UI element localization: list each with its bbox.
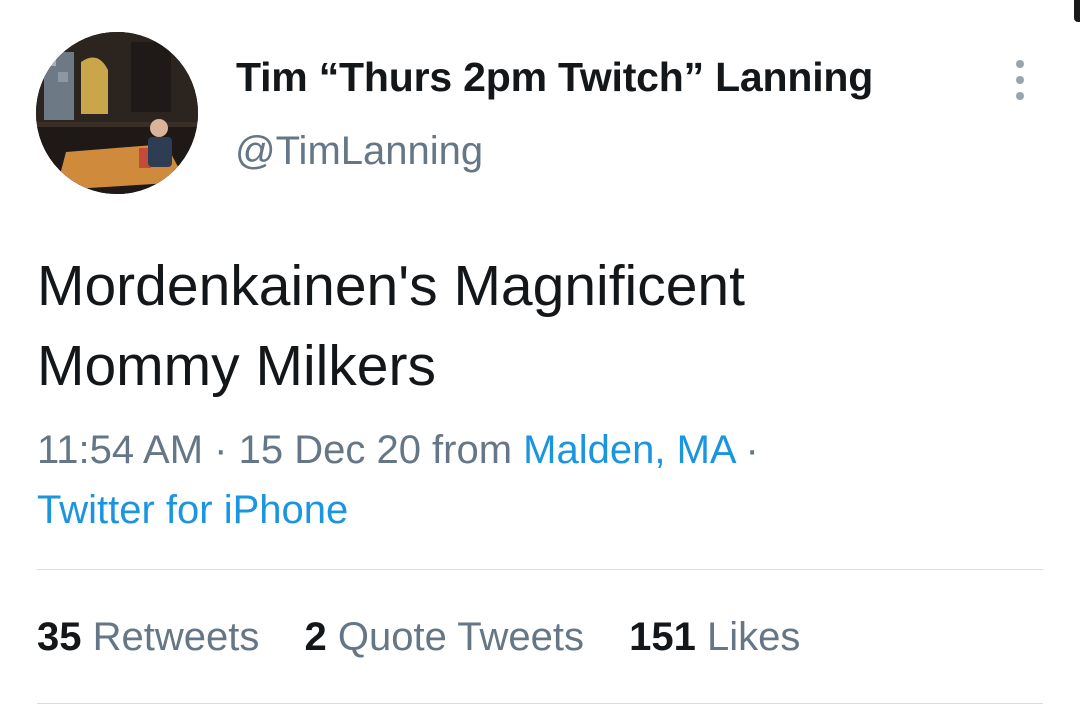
quote-tweets-stat[interactable]: 2 Quote Tweets — [305, 611, 584, 663]
separator: · — [203, 428, 239, 472]
location-link[interactable]: Malden, MA — [523, 428, 734, 472]
retweets-count: 35 — [37, 615, 82, 659]
retweets-label: Retweets — [92, 615, 260, 659]
more-options-icon[interactable] — [1000, 58, 1040, 102]
dot — [1016, 92, 1024, 100]
display-name[interactable]: Tim “Thurs 2pm Twitch” Lanning — [236, 54, 873, 101]
corner-mark — [1074, 0, 1080, 22]
tweet-detail: Tim “Thurs 2pm Twitch” Lanning @TimLanni… — [0, 0, 1080, 707]
tweet-meta: 11:54 AM · 15 Dec 20 from Malden, MA · T… — [37, 420, 1037, 540]
retweets-stat[interactable]: 35 Retweets — [37, 611, 259, 663]
divider — [37, 703, 1043, 704]
tweet-text-line: Mommy Milkers — [37, 334, 436, 398]
likes-count: 151 — [629, 615, 696, 659]
separator: · — [734, 428, 759, 472]
tweet-stats: 35 Retweets 2 Quote Tweets 151 Likes — [37, 611, 834, 663]
tweet-time[interactable]: 11:54 AM — [37, 428, 203, 472]
user-handle[interactable]: @TimLanning — [235, 129, 483, 174]
likes-label: Likes — [706, 615, 801, 659]
likes-stat[interactable]: 151 Likes — [629, 611, 800, 663]
divider — [37, 569, 1043, 570]
tweet-date[interactable]: 15 Dec 20 — [239, 428, 421, 472]
tweet-text-line: Mordenkainen's Magnificent — [37, 254, 745, 318]
avatar[interactable] — [36, 32, 198, 194]
source-link[interactable]: Twitter for iPhone — [37, 488, 348, 532]
quote-tweets-count: 2 — [304, 615, 327, 659]
from-label: from — [420, 428, 524, 472]
quote-tweets-label: Quote Tweets — [337, 615, 584, 659]
dot — [1016, 60, 1024, 68]
dot — [1016, 76, 1024, 84]
tweet-text: Mordenkainen's Magnificent Mommy Milkers — [37, 246, 1017, 406]
